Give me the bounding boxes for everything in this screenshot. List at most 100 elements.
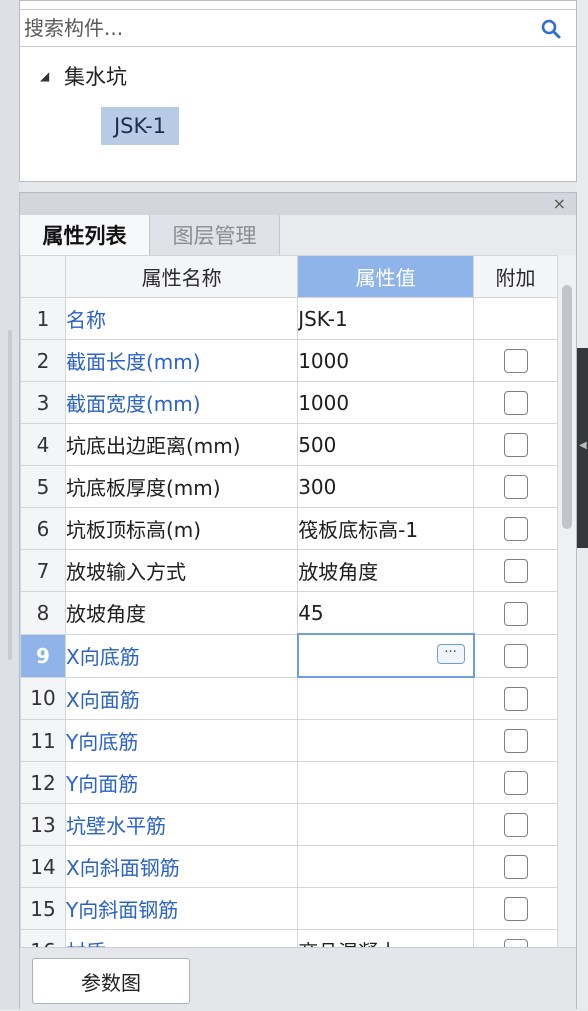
property-name-cell[interactable]: Y向面筋 [64, 761, 299, 804]
scrollbar-thumb[interactable] [562, 285, 572, 529]
tree-expand-icon[interactable]: ◢ [40, 69, 64, 83]
table-row[interactable]: 12 Y向面筋 [20, 761, 558, 804]
table-row[interactable]: 16材质商品混凝土 [20, 929, 558, 947]
extra-checkbox[interactable] [503, 729, 528, 754]
table-row[interactable]: 2 截面长度(mm) 1000 [20, 339, 558, 382]
property-value-cell[interactable]: JSK-1 [297, 297, 475, 340]
table-row[interactable]: 10 X向面筋 [20, 676, 558, 720]
row-number[interactable]: 1 [20, 297, 66, 340]
extra-checkbox[interactable] [503, 391, 528, 416]
row-number[interactable]: 7 [20, 549, 66, 592]
row-number[interactable]: 9 [20, 633, 66, 678]
extra-checkbox[interactable] [503, 855, 528, 880]
tree-leaf-jsk-1[interactable]: JSK-1 [101, 107, 179, 145]
property-value-cell[interactable] [297, 887, 475, 930]
property-name-cell[interactable]: Y向斜面钢筋 [64, 887, 299, 930]
row-number[interactable]: 16 [20, 929, 66, 947]
row-number[interactable]: 2 [20, 339, 66, 382]
extra-checkbox[interactable] [503, 939, 528, 947]
left-dock-splitter[interactable] [8, 330, 12, 660]
extra-checkbox[interactable] [503, 349, 528, 374]
property-name-cell[interactable]: 坑板顶标高(m) [64, 507, 299, 550]
property-value-cell[interactable] [297, 803, 475, 846]
extra-checkbox[interactable] [503, 601, 528, 626]
property-extra-cell [473, 845, 558, 888]
extra-checkbox[interactable] [503, 897, 528, 922]
extra-checkbox[interactable] [503, 813, 528, 838]
row-number[interactable]: 11 [20, 719, 66, 762]
property-value-cell[interactable]: 商品混凝土 [297, 929, 475, 947]
column-header-extra[interactable]: 附加 [473, 255, 558, 298]
property-value-cell[interactable] [297, 719, 475, 762]
extra-checkbox[interactable] [503, 475, 528, 500]
property-name-cell[interactable]: 截面长度(mm) [64, 339, 299, 382]
property-name-cell[interactable]: 材质 [64, 929, 299, 947]
property-name-cell[interactable]: 坑底出边距离(mm) [64, 423, 299, 466]
property-name-cell[interactable]: X向面筋 [64, 676, 299, 720]
property-value-cell[interactable]: 500 [297, 423, 475, 466]
extra-checkbox[interactable] [503, 687, 528, 711]
table-row[interactable]: 9 X向底筋 ··· [20, 633, 558, 678]
extra-checkbox[interactable] [503, 771, 528, 796]
row-number[interactable]: 14 [20, 845, 66, 888]
table-row[interactable]: 5 坑底板厚度(mm) 300 [20, 465, 558, 508]
tab-property-list[interactable]: 属性列表 [20, 215, 150, 255]
property-value-cell[interactable] [297, 676, 475, 720]
property-name-cell[interactable]: X向底筋 [64, 633, 299, 678]
row-number[interactable]: 3 [20, 381, 66, 424]
table-row[interactable]: 15 Y向斜面钢筋 [20, 887, 558, 930]
close-icon[interactable]: × [553, 194, 566, 214]
property-name-cell[interactable]: 坑底板厚度(mm) [64, 465, 299, 508]
property-value-cell[interactable] [297, 845, 475, 888]
ellipsis-icon[interactable]: ··· [436, 644, 465, 664]
row-number[interactable]: 8 [20, 591, 66, 635]
tab-layer-manager[interactable]: 图层管理 [150, 215, 280, 255]
table-row[interactable]: 4 坑底出边距离(mm) 500 [20, 423, 558, 466]
row-number[interactable]: 5 [20, 465, 66, 508]
row-number[interactable]: 4 [20, 423, 66, 466]
column-header-value[interactable]: 属性值 [297, 255, 475, 298]
table-row[interactable]: 14 X向斜面钢筋 [20, 845, 558, 888]
parameter-diagram-button[interactable]: 参数图 [32, 958, 190, 1004]
property-value-cell[interactable]: 1000 [297, 339, 475, 382]
table-row[interactable]: 1 名称 JSK-1 [20, 297, 558, 340]
component-search-input[interactable] [24, 14, 524, 42]
property-value-cell[interactable]: ··· [296, 633, 475, 678]
table-row[interactable]: 8 放坡角度 45 [20, 591, 558, 635]
row-number[interactable]: 10 [20, 676, 66, 720]
extra-checkbox[interactable] [503, 559, 528, 584]
property-value-cell[interactable]: 300 [297, 465, 475, 508]
property-value-cell[interactable]: 放坡角度 [297, 549, 475, 592]
tree-node-sump[interactable]: ◢ 集水坑 [40, 59, 127, 93]
collapse-arrow-icon[interactable]: ◀ [579, 440, 587, 451]
table-row[interactable]: 11 Y向底筋 [20, 719, 558, 762]
property-name-cell[interactable]: 放坡输入方式 [64, 549, 299, 592]
property-name-cell[interactable]: 截面宽度(mm) [64, 381, 299, 424]
row-number[interactable]: 13 [20, 803, 66, 846]
table-row[interactable]: 7 放坡输入方式 放坡角度 [20, 549, 558, 592]
table-row[interactable]: 13 坑壁水平筋 [20, 803, 558, 846]
property-value-cell[interactable]: 45 [297, 591, 475, 635]
property-name-cell[interactable]: 坑壁水平筋 [64, 803, 299, 846]
property-value-cell[interactable] [297, 761, 475, 804]
extra-checkbox[interactable] [503, 644, 528, 669]
property-extra-cell [473, 297, 558, 340]
search-icon[interactable] [540, 18, 562, 40]
property-name-cell[interactable]: X向斜面钢筋 [64, 845, 299, 888]
extra-checkbox[interactable] [503, 517, 528, 542]
extra-checkbox[interactable] [503, 433, 528, 458]
property-name-cell[interactable]: 放坡角度 [64, 591, 299, 635]
property-table: 属性名称 属性值 附加 1 名称 JSK-1 2 截面长度(mm) 1000 3 截面宽度(m… [20, 255, 558, 947]
table-row[interactable]: 3 截面宽度(mm) 1000 [20, 381, 558, 424]
row-number[interactable]: 12 [20, 761, 66, 804]
table-row[interactable]: 6 坑板顶标高(m) 筏板底标高-1 [20, 507, 558, 550]
property-value-cell[interactable]: 筏板底标高-1 [297, 507, 475, 550]
property-name-cell[interactable]: Y向底筋 [64, 719, 299, 762]
property-extra-cell [473, 423, 558, 466]
property-name-cell[interactable]: 名称 [64, 297, 299, 340]
property-value-cell[interactable]: 1000 [297, 381, 475, 424]
row-number[interactable]: 6 [20, 507, 66, 550]
row-number[interactable]: 15 [20, 887, 66, 930]
column-header-name[interactable]: 属性名称 [64, 255, 299, 298]
property-grid-scrollbar[interactable] [558, 255, 576, 947]
